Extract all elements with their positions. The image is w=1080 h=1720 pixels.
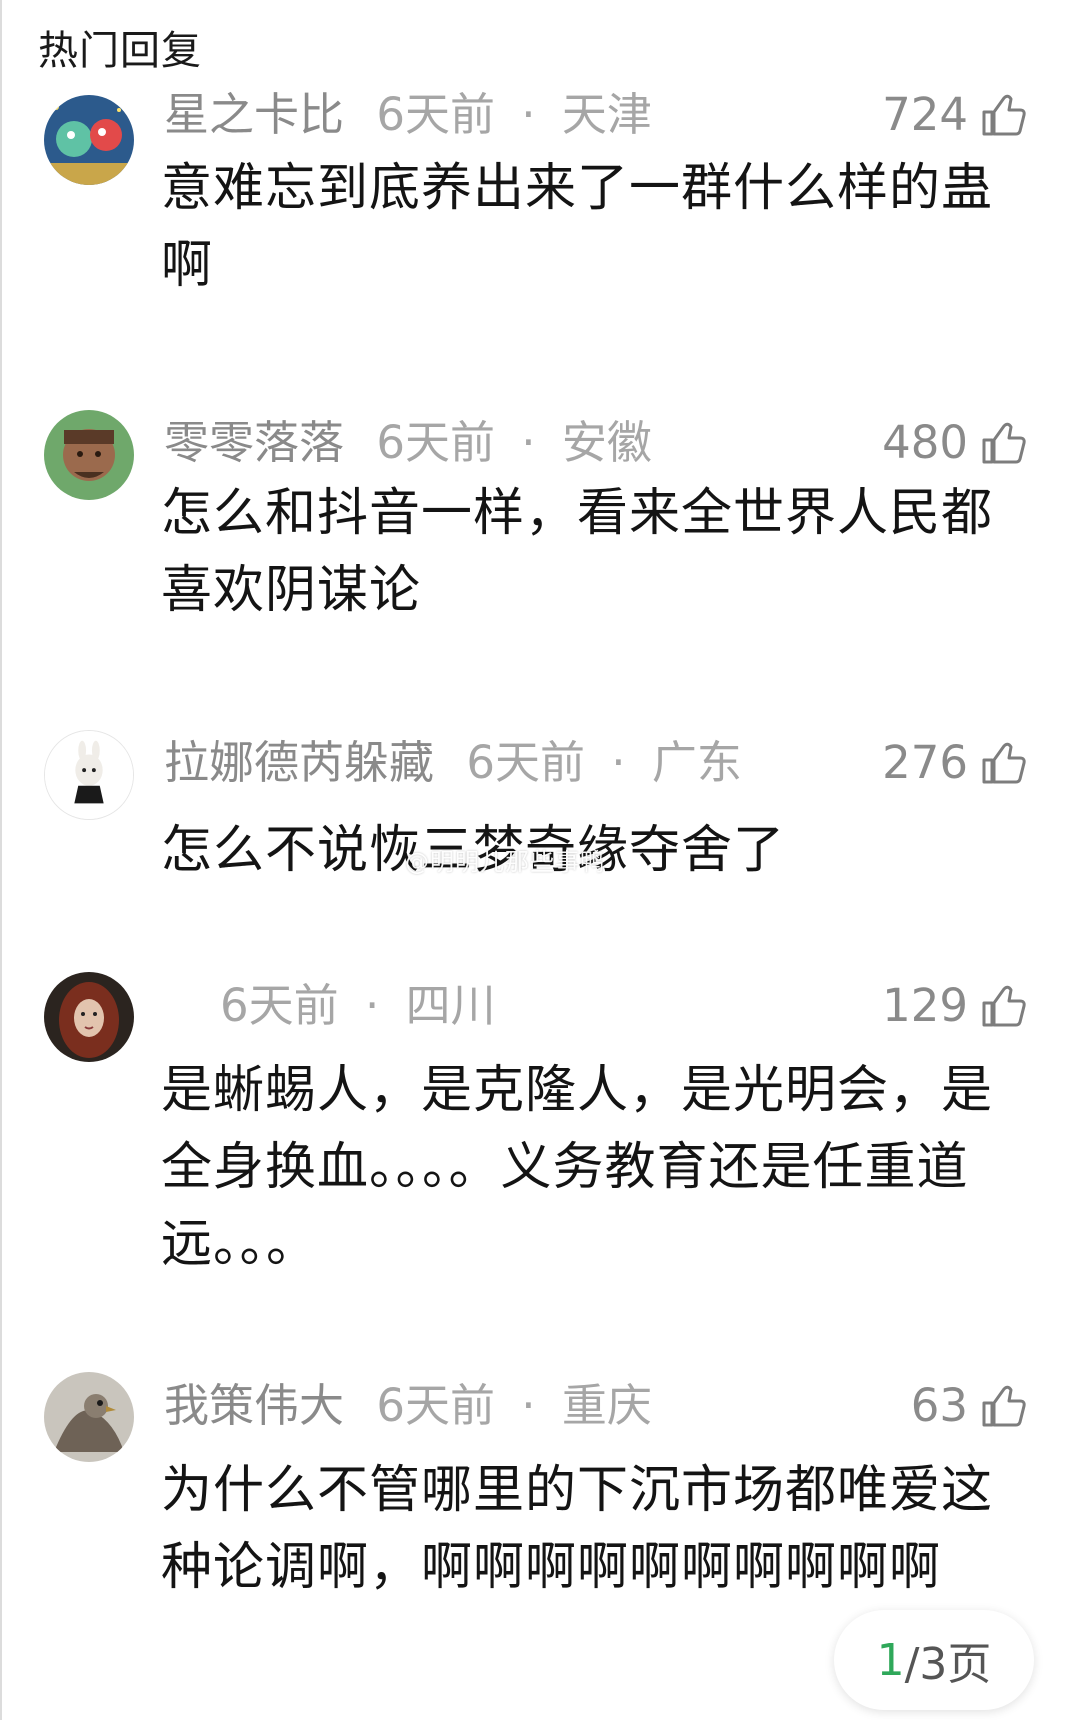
like-button[interactable]: 129: [882, 978, 1028, 1034]
region: 重庆: [561, 1379, 652, 1432]
thumbs-up-icon: [982, 94, 1026, 136]
separator-dot: ·: [521, 1379, 536, 1432]
post-time: 6天前: [466, 736, 585, 789]
current-page: 1: [876, 1634, 905, 1686]
avatar[interactable]: [44, 1372, 134, 1462]
separator-dot: ·: [364, 979, 380, 1032]
username[interactable]: 拉娜德芮躲藏: [164, 736, 434, 789]
hot-replies-title: 热门回复: [38, 28, 202, 74]
avatar-image-icon: [44, 972, 134, 1062]
separator-dot: ·: [611, 736, 626, 789]
post-time: 6天前: [376, 416, 495, 469]
comment-meta: 星之卡比 6天前 · 天津: [164, 87, 652, 143]
comment-meta: 6天前 · 四川: [220, 978, 496, 1034]
comment-text: 为什么不管哪里的下沉市场都唯爱这种论调啊，啊啊啊啊啊啊啊啊啊啊: [161, 1461, 994, 1597]
comment-meta: 我策伟大 6天前 · 重庆: [164, 1378, 652, 1434]
like-button[interactable]: 480: [882, 415, 1028, 471]
page-indicator[interactable]: 1 /3页: [834, 1610, 1034, 1710]
like-count: 480: [882, 416, 968, 469]
watermark-text: @明明儿那些事鸭: [405, 848, 605, 876]
avatar[interactable]: [44, 95, 134, 185]
region: 安徽: [561, 416, 652, 469]
username[interactable]: 星之卡比: [164, 88, 344, 141]
post-time: 6天前: [220, 979, 339, 1032]
comment-text: 意难忘到底养出来了一群什么样的蛊啊: [161, 159, 994, 295]
thumbs-up-icon: [982, 1385, 1026, 1427]
username[interactable]: 我策伟大: [164, 1379, 344, 1432]
like-count: 63: [910, 1379, 968, 1432]
comment-meta: 拉娜德芮躲藏 6天前 · 广东: [164, 735, 742, 791]
like-button[interactable]: 63: [911, 1378, 1028, 1434]
post-time: 6天前: [376, 88, 495, 141]
like-button[interactable]: 724: [882, 87, 1028, 143]
total-pages: /3页: [904, 1639, 992, 1690]
avatar[interactable]: [44, 730, 134, 820]
like-button[interactable]: 276: [882, 735, 1028, 791]
username[interactable]: 零零落落: [164, 416, 344, 469]
comment-meta: 零零落落 6天前 · 安徽: [164, 415, 652, 471]
like-count: 129: [882, 979, 968, 1032]
region: 四川: [405, 979, 496, 1032]
left-edge-divider: [0, 0, 2, 1720]
comment-text: 是蜥蜴人，是克隆人，是光明会，是全身换血。。。。义务教育还是任重道远。。。: [161, 1061, 994, 1274]
thumbs-up-icon: [982, 985, 1026, 1027]
separator-dot: ·: [521, 88, 536, 141]
avatar-image-icon: [45, 731, 133, 819]
avatar-image-icon: [44, 95, 134, 185]
comment-text: 怎么和抖音一样，看来全世界人民都喜欢阴谋论: [161, 484, 994, 620]
avatar-image-icon: [44, 1372, 134, 1462]
thumbs-up-icon: [982, 742, 1026, 784]
like-count: 724: [882, 88, 968, 141]
region: 广东: [651, 736, 742, 789]
avatar-image-icon: [44, 410, 134, 500]
avatar[interactable]: [44, 972, 134, 1062]
separator-dot: ·: [521, 416, 536, 469]
region: 天津: [561, 88, 652, 141]
avatar[interactable]: [44, 410, 134, 500]
post-time: 6天前: [376, 1379, 495, 1432]
thumbs-up-icon: [982, 422, 1026, 464]
like-count: 276: [882, 736, 968, 789]
